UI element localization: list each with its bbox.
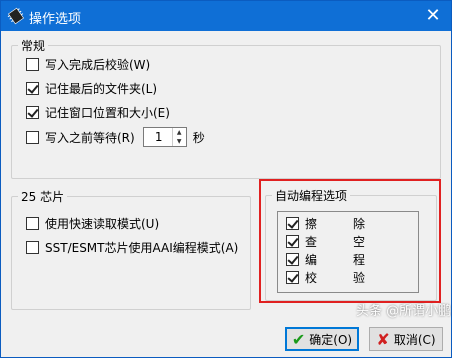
program-label-2: 程 [353, 252, 366, 267]
list-item-program[interactable]: 编 程 [286, 250, 365, 268]
wait-before-write-option[interactable]: 写入之前等待(R) 1 ▲ ▼ 秒 [26, 126, 205, 148]
list-item-verify[interactable]: 校 验 [286, 268, 365, 286]
close-button[interactable]: ✕ [419, 4, 447, 28]
aai-mode-checkbox[interactable] [26, 240, 39, 254]
general-group: 常规 写入完成后校验(W) 记住最后的文件夹(L) 记住窗口位置和大小(E) 写… [11, 37, 441, 179]
stepper-down-icon[interactable]: ▼ [173, 137, 186, 146]
remember-window-option[interactable]: 记住窗口位置和大小(E) [26, 103, 170, 121]
chip25-legend: 25 芯片 [18, 188, 68, 205]
erase-label-2: 除 [353, 216, 366, 231]
verify-label-2: 验 [353, 270, 366, 285]
wait-before-write-checkbox[interactable] [26, 130, 39, 144]
remember-folder-checkbox[interactable] [26, 81, 39, 95]
verify-after-write-checkbox[interactable] [26, 57, 39, 71]
verify-label-1: 校 [305, 270, 318, 285]
aai-mode-label: SST/ESMT芯片使用AAI编程模式(A) [45, 240, 239, 255]
title-bar: 操作选项 ✕ [1, 1, 451, 31]
fast-read-label: 使用快速读取模式(U) [45, 216, 160, 231]
erase-checkbox[interactable] [286, 216, 299, 230]
blank-check-label-2: 空 [353, 234, 366, 249]
window-title: 操作选项 [29, 12, 82, 27]
list-item-erase[interactable]: 擦 除 [286, 214, 365, 232]
remember-window-checkbox[interactable] [26, 105, 39, 119]
blank-check-checkbox[interactable] [286, 234, 299, 248]
x-icon: ✘ [376, 329, 390, 349]
auto-program-list[interactable]: 擦 除 查 空 编 程 校 验 [277, 211, 419, 293]
verify-after-write-option[interactable]: 写入完成后校验(W) [26, 55, 150, 73]
auto-program-highlight: 自动编程选项 擦 除 查 空 编 程 校 验 [259, 179, 441, 303]
close-icon: ✕ [425, 5, 441, 26]
ok-button-label: 确定(O) [309, 332, 353, 347]
fast-read-option[interactable]: 使用快速读取模式(U) [26, 214, 159, 232]
remember-folder-option[interactable]: 记住最后的文件夹(L) [26, 79, 157, 97]
list-item-blank-check[interactable]: 查 空 [286, 232, 365, 250]
wait-seconds-value[interactable]: 1 [144, 130, 174, 144]
verify-after-write-label: 写入完成后校验(W) [45, 57, 151, 72]
fast-read-checkbox[interactable] [26, 216, 39, 230]
remember-folder-label: 记住最后的文件夹(L) [45, 81, 158, 96]
check-icon: ✔ [291, 329, 306, 349]
chip-icon [7, 7, 24, 25]
verify-checkbox[interactable] [286, 270, 299, 284]
program-label-1: 编 [305, 252, 318, 267]
aai-mode-option[interactable]: SST/ESMT芯片使用AAI编程模式(A) [26, 238, 238, 256]
blank-check-label-1: 查 [305, 234, 318, 249]
watermark: 头条 @所谓小鹏 [356, 304, 452, 319]
program-checkbox[interactable] [286, 252, 299, 266]
stepper-arrows[interactable]: ▲ ▼ [171, 128, 186, 146]
chip25-group: 25 芯片 使用快速读取模式(U) SST/ESMT芯片使用AAI编程模式(A) [11, 188, 251, 310]
cancel-button-label: 取消(C) [393, 332, 436, 347]
general-legend: 常规 [18, 37, 49, 54]
auto-program-legend: 自动编程选项 [272, 187, 351, 204]
remember-window-label: 记住窗口位置和大小(E) [45, 105, 170, 120]
erase-label-1: 擦 [305, 216, 318, 231]
wait-before-write-label: 写入之前等待(R) [45, 130, 135, 145]
wait-unit-label: 秒 [192, 130, 205, 145]
cancel-button[interactable]: ✘ 取消(C) [369, 327, 443, 351]
ok-button[interactable]: ✔ 确定(O) [285, 327, 359, 351]
wait-seconds-stepper[interactable]: 1 ▲ ▼ [142, 127, 187, 147]
stepper-up-icon[interactable]: ▲ [173, 128, 186, 137]
